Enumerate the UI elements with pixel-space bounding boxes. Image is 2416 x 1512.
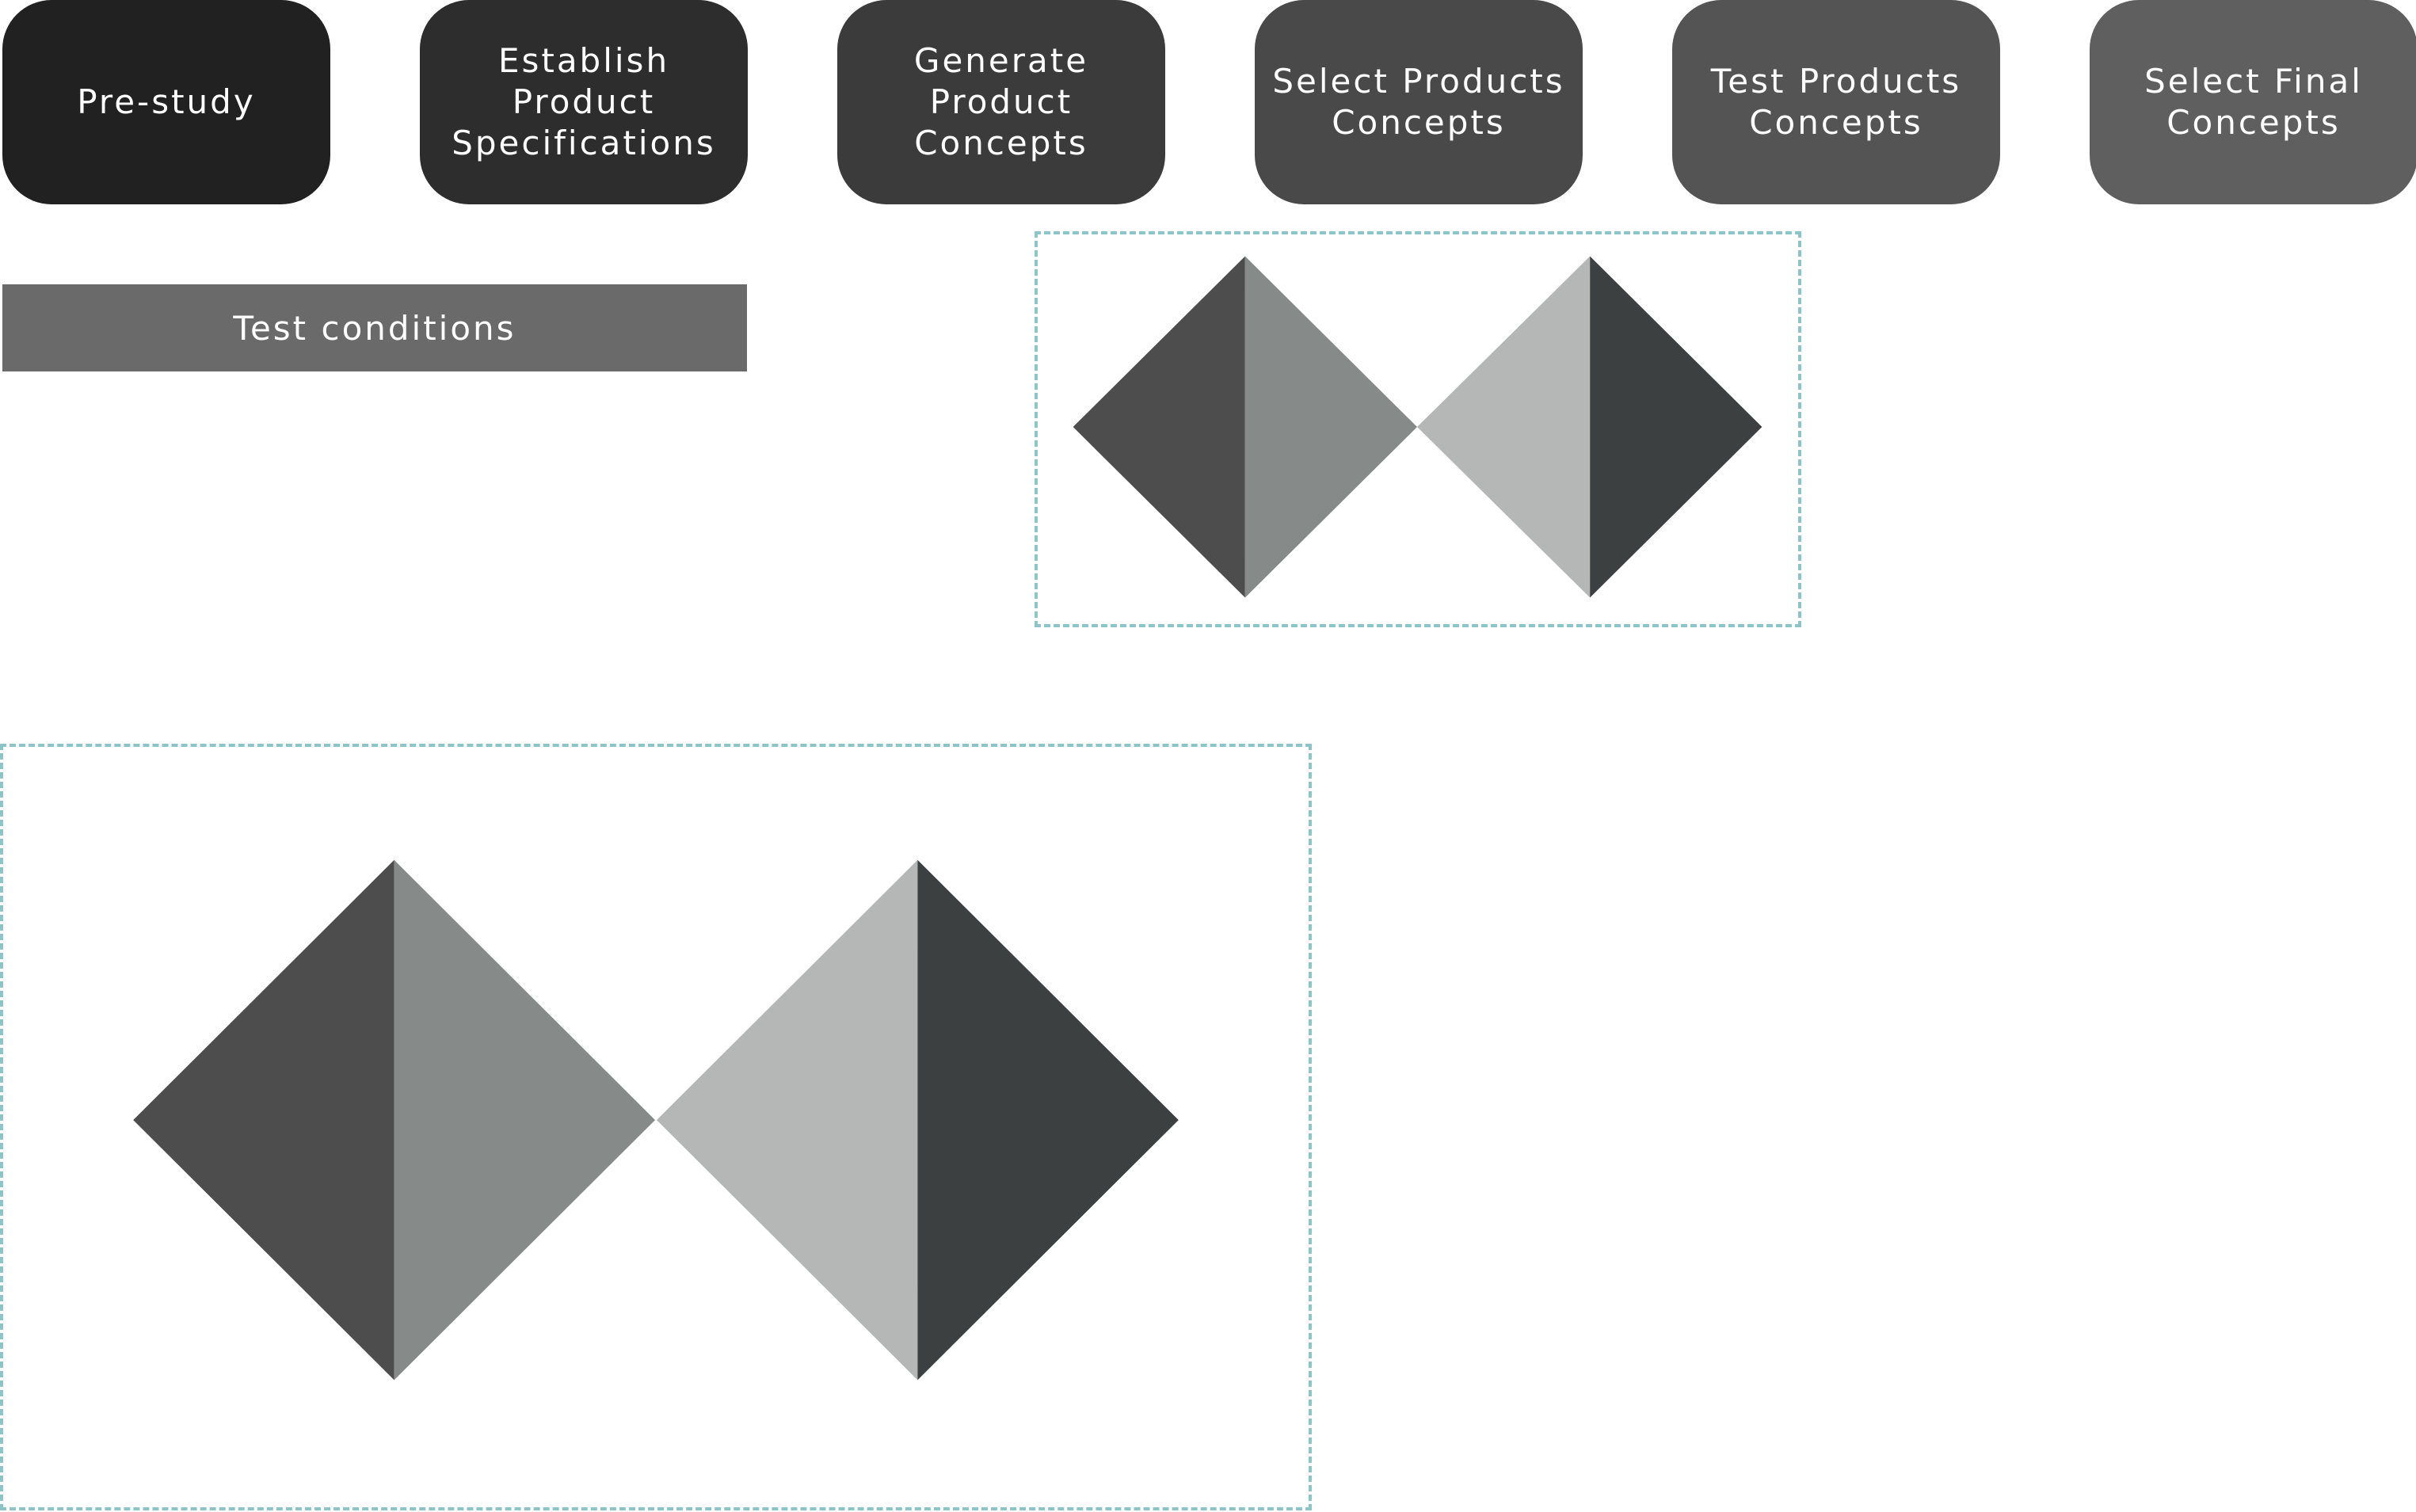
diamond-2-right-half — [1590, 256, 1762, 598]
test-conditions-bar: Test conditions — [2, 284, 747, 371]
step-label: Generate Product Concepts — [913, 41, 1089, 162]
step-generate-product-concepts: Generate Product Concepts — [837, 0, 1165, 204]
diamond-1-left-half — [1073, 256, 1245, 598]
diamond-2-left-half — [1417, 256, 1591, 598]
step-label: Select Final Concepts — [2144, 62, 2363, 142]
diamond-2-left-half — [656, 859, 918, 1381]
double-diamond-large — [133, 859, 1179, 1381]
double-diamond-small — [1073, 256, 1762, 598]
step-select-final-concepts: Select Final Concepts — [2090, 0, 2416, 204]
step-pre-study: Pre-study — [2, 0, 330, 204]
step-label: Select Products Concepts — [1272, 62, 1565, 142]
step-label: Pre-study — [77, 82, 256, 121]
double-diamond-frame-large — [0, 744, 1312, 1510]
double-diamond-frame-small — [1035, 231, 1801, 627]
step-test-products-concepts: Test Products Concepts — [1672, 0, 2000, 204]
diamond-2-right-half — [917, 859, 1179, 1381]
step-establish-product-specifications: Establish Product Specifications — [420, 0, 748, 204]
diamond-1-left-half — [133, 859, 394, 1381]
diamond-1-right-half — [1244, 256, 1418, 598]
step-label: Test Products Concepts — [1710, 62, 1962, 142]
step-select-products-concepts: Select Products Concepts — [1255, 0, 1583, 204]
diamond-1-right-half — [394, 859, 656, 1381]
test-conditions-label: Test conditions — [233, 308, 516, 348]
step-label: Establish Product Specifications — [452, 41, 716, 162]
